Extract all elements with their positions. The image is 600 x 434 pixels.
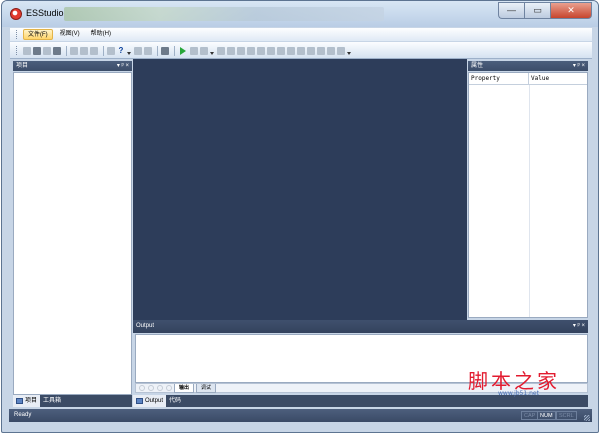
caption-buttons: — ▭ ✕ [498,2,592,19]
cut-icon[interactable] [70,46,78,55]
property-column-header[interactable]: Property [469,73,529,84]
app-icon [10,8,22,20]
toolbar-grip[interactable] [16,46,19,55]
title-bar[interactable]: ESStudio — ▭ ✕ [2,1,598,27]
copy-icon[interactable] [80,46,88,55]
toolbar-overflow-icon[interactable] [210,52,214,55]
menu-bar: 文件(F) 视图(V) 帮助(H) [10,28,592,41]
close-button[interactable]: ✕ [550,2,592,19]
minimize-button[interactable]: — [498,2,524,19]
properties-grid[interactable]: Property Value [468,72,588,318]
document-workspace[interactable] [133,59,467,321]
properties-pane-header[interactable]: 属性 ▾ ᵖ × [468,61,588,71]
project-pane-title: 项目 [16,63,29,69]
build-icon[interactable] [161,46,169,55]
grid-icon[interactable] [144,46,152,55]
toolbar-separator [157,45,158,56]
toolbar-separator [103,45,104,56]
align-icon[interactable] [134,46,142,55]
open-folder-icon[interactable] [33,46,41,55]
tab-output-label: Output [145,398,164,404]
output-pane-header[interactable]: Output ▾ ᵖ × [133,320,588,333]
toolbar-overflow-icon[interactable] [127,52,131,55]
project-pane-header[interactable]: 项目 ▾ ᵖ × [13,61,132,71]
output-pane-title: Output [136,323,155,329]
menu-grip[interactable] [16,30,19,39]
subtab-debug[interactable]: 调试 [196,383,217,393]
bring-front-icon[interactable] [327,46,335,55]
space-horizontal-icon[interactable] [307,46,315,55]
toolbar: ? [10,42,592,59]
project-icon [16,398,23,404]
tab-code-label: 代码 [169,398,182,404]
project-tree[interactable] [13,72,132,395]
properties-column-divider [529,85,530,317]
save-icon[interactable] [43,46,51,55]
maximize-button[interactable]: ▭ [524,2,550,19]
new-file-icon[interactable] [23,46,31,55]
same-height-icon[interactable] [287,46,295,55]
space-vertical-icon[interactable] [317,46,325,55]
tab-toolbox[interactable]: 工具箱 [40,395,64,407]
next-tab-icon[interactable] [157,385,163,391]
site-watermark: 脚本之家 www.jb51.net [468,365,578,401]
title-bar-blurred-region [64,7,384,21]
window-title: ESStudio [26,8,64,18]
num-lock-indicator: NUM [537,411,556,420]
watermark-url-text: www.jb51.net [498,390,539,397]
project-pane-tabs: 项目 工具箱 [13,395,132,407]
status-bar: Ready CAP NUM SCRL [9,409,592,422]
toolbar-separator [174,45,175,56]
menu-file[interactable]: 文件(F) [23,29,53,40]
align-left-icon[interactable] [217,46,225,55]
same-width-icon[interactable] [277,46,285,55]
resize-grip-icon[interactable] [584,415,590,421]
align-center-icon[interactable] [227,46,235,55]
scroll-lock-indicator: SCRL [556,411,577,420]
tab-output[interactable]: Output [133,395,167,407]
subtab-output[interactable]: 输出 [174,383,195,393]
send-back-icon[interactable] [337,46,345,55]
menu-help[interactable]: 帮助(H) [87,29,115,40]
paste-icon[interactable] [90,46,98,55]
tab-toolbox-label: 工具箱 [43,398,62,404]
toolbar-overflow-icon[interactable] [347,52,351,55]
save-all-icon[interactable] [53,46,61,55]
stop-icon[interactable] [190,46,198,55]
caps-lock-indicator: CAP [521,411,539,420]
print-icon[interactable] [107,46,115,55]
pause-icon[interactable] [200,46,208,55]
menu-view[interactable]: 视图(V) [56,29,84,40]
prev-tab-icon[interactable] [148,385,154,391]
properties-pane-controls[interactable]: ▾ ᵖ × [573,61,585,71]
toolbar-separator [66,45,67,56]
same-size-icon[interactable] [297,46,305,55]
tab-project[interactable]: 项目 [13,395,41,407]
align-top-icon[interactable] [247,46,255,55]
run-icon[interactable] [180,46,186,55]
help-icon[interactable]: ? [117,46,125,55]
tab-project-label: 项目 [25,398,38,404]
tab-code[interactable]: 代码 [166,395,184,407]
project-pane-controls[interactable]: ▾ ᵖ × [117,61,129,71]
align-bottom-icon[interactable] [267,46,275,55]
value-column-header[interactable]: Value [529,73,549,84]
properties-column-headers: Property Value [469,73,587,85]
properties-pane-title: 属性 [471,63,484,69]
align-middle-icon[interactable] [257,46,265,55]
main-window: ESStudio — ▭ ✕ 文件(F) 视图(V) 帮助(H) ? 项目 ▾ … [1,0,599,433]
output-pane-controls[interactable]: ▾ ᵖ × [573,320,585,333]
first-tab-icon[interactable] [139,385,145,391]
align-right-icon[interactable] [237,46,245,55]
output-icon [136,398,143,404]
last-tab-icon[interactable] [166,385,172,391]
status-text: Ready [14,412,32,418]
